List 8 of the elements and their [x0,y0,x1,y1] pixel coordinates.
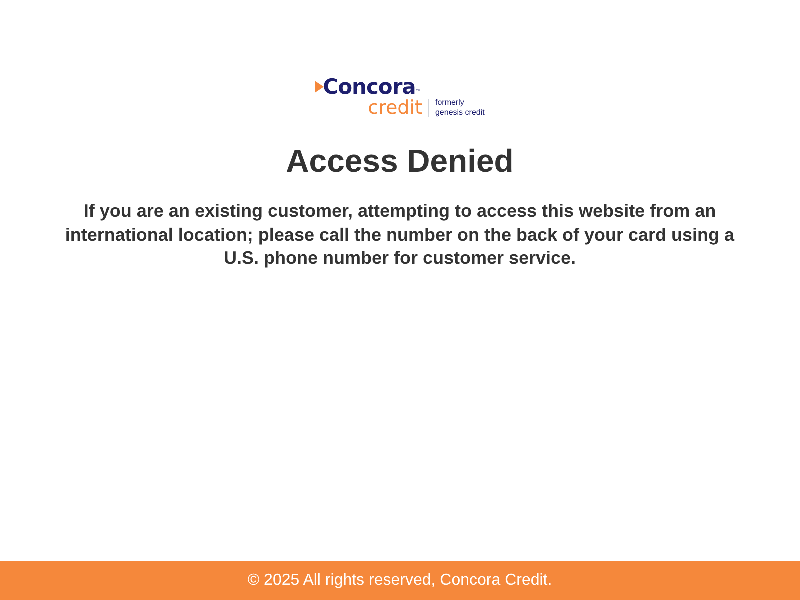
copyright: © 2025 All rights reserved, Concora Credit. [248,570,552,590]
formerly-note: formerly [435,98,466,108]
formerly-note: genesis credit [435,108,485,118]
brand-name: Concora [323,76,416,98]
credit-word: credit [368,98,422,118]
page-title: Access Denied [286,142,514,180]
message: If you are an existing customer, attempting to access this website from an international location; please call the number on the back of your card using a U.S. phone number for customer service. [64,200,736,270]
triangle-icon [315,81,324,93]
